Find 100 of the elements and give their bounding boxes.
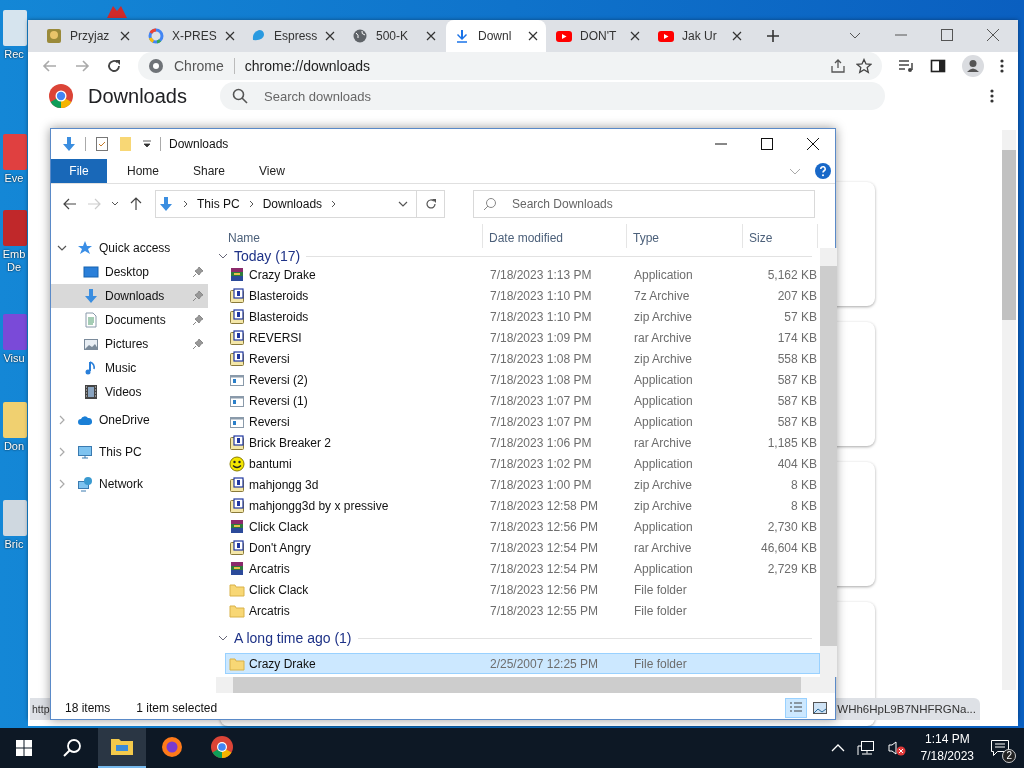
- file-row[interactable]: Click Clack 7/18/2023 12:56 PM Application 2,730 KB: [225, 516, 820, 537]
- chevron-right-icon[interactable]: [330, 200, 338, 208]
- share-icon[interactable]: [830, 58, 846, 74]
- chevron-down-icon[interactable]: [398, 199, 408, 209]
- close-icon[interactable]: [732, 31, 742, 41]
- chevron-down-icon[interactable]: [57, 243, 67, 253]
- close-icon[interactable]: [807, 138, 819, 150]
- pin-icon[interactable]: [192, 338, 204, 350]
- column-header[interactable]: Date modified: [483, 224, 627, 248]
- desktop-icon-label[interactable]: Don: [0, 440, 28, 453]
- profile-avatar-icon[interactable]: [962, 55, 984, 77]
- download-arrow-icon[interactable]: [61, 136, 77, 152]
- file-row[interactable]: Blasteroids 7/18/2023 1:10 PM 7z Archive 207 KB: [225, 285, 820, 306]
- search-field[interactable]: Search downloads: [220, 82, 885, 110]
- browser-tab[interactable]: Jak Ur: [650, 20, 750, 52]
- ribbon-tab[interactable]: View: [245, 159, 299, 183]
- nav-item[interactable]: Music: [51, 356, 208, 380]
- file-row[interactable]: Click Clack 7/18/2023 12:56 PM File folder: [225, 579, 820, 600]
- browser-tab[interactable]: X-PRES: [140, 20, 240, 52]
- column-header[interactable]: Type: [627, 224, 743, 248]
- file-row[interactable]: Crazy Drake 2/25/2007 12:25 PM File folder: [225, 653, 820, 674]
- file-row[interactable]: Brick Breaker 2 7/18/2023 1:06 PM rar Archive 1,185 KB: [225, 432, 820, 453]
- pin-icon[interactable]: [192, 314, 204, 326]
- muted-speaker-icon[interactable]: [886, 740, 907, 756]
- reload-icon[interactable]: [106, 58, 122, 74]
- browser-tab[interactable]: Przyjaz: [38, 20, 138, 52]
- ribbon-tab[interactable]: File: [51, 159, 107, 183]
- desktop-icon-label[interactable]: Emb De: [0, 248, 28, 274]
- bookmark-star-icon[interactable]: [856, 58, 872, 74]
- file-row[interactable]: Reversi (1) 7/18/2023 1:07 PM Application 587 KB: [225, 390, 820, 411]
- media-list-icon[interactable]: [898, 58, 914, 74]
- network-icon[interactable]: [856, 740, 875, 756]
- close-icon[interactable]: [630, 31, 640, 41]
- side-panel-icon[interactable]: [930, 58, 946, 74]
- file-row[interactable]: Blasteroids 7/18/2023 1:10 PM zip Archive 57 KB: [225, 306, 820, 327]
- taskbar-app-button[interactable]: [98, 728, 146, 768]
- scrollbar[interactable]: [820, 248, 837, 677]
- nav-item[interactable]: OneDrive: [51, 404, 208, 436]
- back-arrow-icon[interactable]: [63, 197, 77, 211]
- chevron-down-icon[interactable]: [218, 633, 228, 643]
- search-field[interactable]: Search Downloads: [473, 190, 815, 218]
- file-row[interactable]: Arcatris 7/18/2023 12:54 PM Application 2,729 KB: [225, 558, 820, 579]
- desktop-shortcut-icon[interactable]: [1, 400, 27, 440]
- scrollbar[interactable]: [216, 677, 835, 693]
- file-row[interactable]: Reversi (2) 7/18/2023 1:08 PM Application 587 KB: [225, 369, 820, 390]
- pin-icon[interactable]: [192, 266, 204, 278]
- nav-item[interactable]: Downloads: [51, 284, 208, 308]
- browser-tab[interactable]: DON'T: [548, 20, 648, 52]
- nav-item[interactable]: Documents: [51, 308, 208, 332]
- up-arrow-icon[interactable]: [129, 197, 143, 211]
- desktop-icon-label[interactable]: Rec: [0, 48, 28, 61]
- ribbon-tab[interactable]: Home: [113, 159, 173, 183]
- browser-tab[interactable]: Downl: [446, 20, 546, 52]
- address-bar[interactable]: Chrome chrome://downloads: [138, 52, 882, 80]
- file-row[interactable]: REVERSI 7/18/2023 1:09 PM rar Archive 174 KB: [225, 327, 820, 348]
- file-row[interactable]: Crazy Drake 7/18/2023 1:13 PM Application 5,162 KB: [225, 264, 820, 285]
- browser-tab[interactable]: 500-K: [344, 20, 444, 52]
- column-header[interactable]: Name: [216, 224, 483, 248]
- help-icon[interactable]: [815, 163, 831, 179]
- close-icon[interactable]: [224, 31, 235, 41]
- nav-item[interactable]: Pictures: [51, 332, 208, 356]
- address-bar[interactable]: This PC Downloads: [155, 190, 417, 218]
- desktop-icon-label[interactable]: Eve: [0, 172, 28, 185]
- chevron-right-icon[interactable]: [247, 200, 255, 208]
- browser-tab[interactable]: Espress: [242, 20, 342, 52]
- refresh-button[interactable]: [417, 190, 445, 218]
- chevron-right-icon[interactable]: [182, 200, 189, 208]
- close-icon[interactable]: [120, 31, 130, 41]
- nav-item[interactable]: Desktop: [51, 260, 208, 284]
- nav-item[interactable]: Network: [51, 468, 208, 500]
- column-header[interactable]: Size: [743, 224, 818, 248]
- file-row[interactable]: mahjongg3d by x pressive 7/18/2023 12:58 PM zip Archive 8 KB: [225, 495, 820, 516]
- dropdown-caret-icon[interactable]: [142, 139, 152, 149]
- desktop-shortcut-icon[interactable]: [1, 8, 27, 48]
- file-row[interactable]: mahjongg 3d 7/18/2023 1:00 PM zip Archive 8 KB: [225, 474, 820, 495]
- more-menu-icon[interactable]: [990, 88, 994, 104]
- close-icon[interactable]: [528, 31, 538, 41]
- breadcrumb-item[interactable]: Downloads: [262, 197, 323, 211]
- file-row[interactable]: Arcatris 7/18/2023 12:55 PM File folder: [225, 600, 820, 621]
- file-row[interactable]: bantumi 7/18/2023 1:02 PM Application 404 KB: [225, 453, 820, 474]
- desktop-icon-label[interactable]: Visu: [0, 352, 28, 365]
- properties-icon[interactable]: [94, 136, 110, 152]
- breadcrumb-item[interactable]: This PC: [197, 197, 240, 211]
- clock-button[interactable]: 1:14 PM 7/18/2023: [912, 731, 982, 765]
- desktop-shortcut-icon[interactable]: [1, 498, 27, 538]
- file-row[interactable]: Reversi 7/18/2023 1:08 PM zip Archive 558 KB: [225, 348, 820, 369]
- nav-item[interactable]: Videos: [51, 380, 208, 404]
- more-menu-icon[interactable]: [1000, 58, 1004, 74]
- ribbon-tab[interactable]: Share: [179, 159, 240, 183]
- chevron-down-icon[interactable]: [218, 251, 228, 261]
- plus-icon[interactable]: [766, 29, 780, 43]
- maximize-icon[interactable]: [761, 138, 773, 150]
- chevron-down-icon[interactable]: [111, 200, 119, 208]
- file-row[interactable]: Don't Angry 7/18/2023 12:54 PM rar Archive 46,604 KB: [225, 537, 820, 558]
- close-icon[interactable]: [325, 31, 336, 41]
- close-icon[interactable]: [426, 31, 436, 41]
- nav-item[interactable]: Quick access: [51, 236, 208, 260]
- scrollbar[interactable]: [1002, 130, 1016, 690]
- file-row[interactable]: Reversi 7/18/2023 1:07 PM Application 587 KB: [225, 411, 820, 432]
- nav-item[interactable]: This PC: [51, 436, 208, 468]
